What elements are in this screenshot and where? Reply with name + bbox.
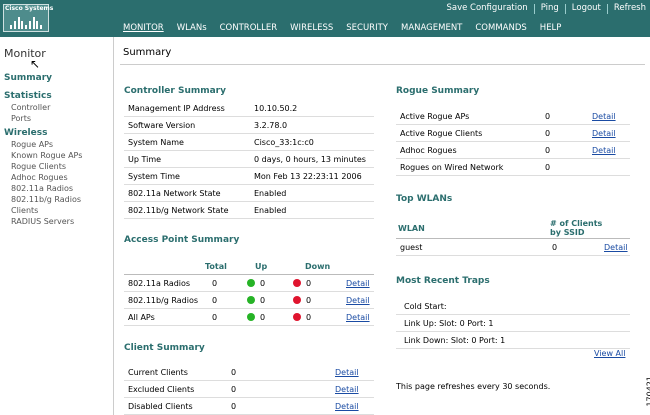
table-row: Active Rogue APs 0 Detail [396,108,630,125]
page-title: Summary [123,47,172,58]
sidebar-item-80211bg-radios[interactable]: 802.11b/g Radios [11,195,81,204]
logout-link[interactable]: Logout [572,3,601,14]
table-row: 802.11b/g Network State Enabled [124,202,374,219]
sidebar-item-clients[interactable]: Clients [11,206,38,215]
status-down-icon [293,296,301,304]
table-row: All APs 0 0 0 Detail [124,309,374,326]
table-row: Disabled Clients 0 Detail [124,398,374,415]
sidebar-item-known-rogue-aps[interactable]: Known Rogue APs [11,151,82,160]
save-configuration-link[interactable]: Save Configuration [446,3,527,14]
table-row: Active Rogue Clients 0 Detail [396,125,630,142]
rogue-summary-table: Active Rogue APs 0 Detail Active Rogue C… [396,108,630,176]
table-row: Up Time 0 days, 0 hours, 13 minutes [124,151,374,168]
client-summary-heading: Client Summary [124,343,205,353]
top-header: Cisco Systems Save Configuration Ping Lo… [0,0,650,37]
list-item: Link Down: Slot: 0 Port: 1 [396,332,630,349]
ap-summary-heading: Access Point Summary [124,235,240,245]
controller-summary-heading: Controller Summary [124,86,226,96]
top-links: Save Configuration Ping Logout Refresh [446,3,646,14]
table-row: 802.11a Radios 0 0 0 Detail [124,275,374,292]
title-divider [120,64,645,65]
table-row: Current Clients 0 Detail [124,364,374,381]
table-header-row: Total Up Down [124,258,374,275]
table-row: Rogues on Wired Network 0 [396,159,630,176]
menu-wlans[interactable]: WLANs [177,23,207,33]
detail-link[interactable]: Detail [592,112,616,121]
sidebar-item-adhoc-rogues[interactable]: Adhoc Rogues [11,173,68,182]
ping-link[interactable]: Ping [541,3,559,14]
rogue-summary-heading: Rogue Summary [396,86,480,96]
table-row: System Time Mon Feb 13 22:23:11 2006 [124,168,374,185]
logo-bars-icon [10,15,42,29]
view-all-link[interactable]: View All [594,349,625,358]
table-row: Management IP Address 10.10.50.2 [124,100,374,117]
figure-code: 170421 [646,376,650,407]
detail-link[interactable]: Detail [592,129,616,138]
ap-summary-table: Total Up Down 802.11a Radios 0 0 0 Detai… [124,258,374,326]
mouse-cursor-icon: ↖ [30,57,41,71]
refresh-link[interactable]: Refresh [614,3,646,14]
top-wlans-table: WLAN # of Clients by SSID guest 0 Detail [396,218,630,256]
status-up-icon [247,313,255,321]
menu-management[interactable]: MANAGEMENT [401,23,462,33]
menu-wireless[interactable]: WIRELESS [290,23,333,33]
sidebar-section-statistics[interactable]: Statistics [4,91,52,101]
top-wlans-heading: Top WLANs [396,194,453,204]
detail-link[interactable]: Detail [346,296,370,305]
status-up-icon [247,296,255,304]
menu-security[interactable]: SECURITY [346,23,388,33]
menu-controller[interactable]: CONTROLLER [220,23,278,33]
sidebar-item-ports[interactable]: Ports [11,114,31,123]
list-item: Cold Start: [396,298,630,315]
main-menu: MONITOR WLANs CONTROLLER WIRELESS SECURI… [123,23,574,33]
status-down-icon [293,313,301,321]
list-item: Link Up: Slot: 0 Port: 1 [396,315,630,332]
sidebar-item-rogue-clients[interactable]: Rogue Clients [11,162,66,171]
table-row: 802.11b/g Radios 0 0 0 Detail [124,292,374,309]
table-row: Adhoc Rogues 0 Detail [396,142,630,159]
menu-monitor[interactable]: MONITOR [123,23,164,33]
sidebar-item-radius-servers[interactable]: RADIUS Servers [11,217,74,226]
table-row: 802.11a Network State Enabled [124,185,374,202]
sidebar-item-rogue-aps[interactable]: Rogue APs [11,140,53,149]
traps-heading: Most Recent Traps [396,276,490,286]
sidebar-item-80211a-radios[interactable]: 802.11a Radios [11,184,73,193]
detail-link[interactable]: Detail [346,279,370,288]
controller-summary-table: Management IP Address 10.10.50.2 Software… [124,100,374,219]
detail-link[interactable]: Detail [604,243,628,252]
table-row: Excluded Clients 0 Detail [124,381,374,398]
table-row: System Name Cisco_33:1c:c0 [124,134,374,151]
menu-commands[interactable]: COMMANDS [475,23,526,33]
client-summary-table: Current Clients 0 Detail Excluded Client… [124,364,374,415]
sidebar: Monitor ↖ Summary Statistics Controller … [0,37,114,415]
detail-link[interactable]: Detail [592,146,616,155]
menu-help[interactable]: HELP [540,23,562,33]
detail-link[interactable]: Detail [335,385,359,394]
detail-link[interactable]: Detail [346,313,370,322]
refresh-note: This page refreshes every 30 seconds. [396,382,551,391]
sidebar-item-summary[interactable]: Summary [4,73,52,83]
detail-link[interactable]: Detail [335,368,359,377]
logo-text: Cisco Systems [5,5,54,12]
status-up-icon [247,279,255,287]
table-row: Software Version 3.2.78.0 [124,117,374,134]
cisco-logo: Cisco Systems [3,4,53,32]
detail-link[interactable]: Detail [335,402,359,411]
table-header-row: WLAN # of Clients by SSID [396,218,630,239]
sidebar-item-controller[interactable]: Controller [11,103,50,112]
sidebar-section-wireless[interactable]: Wireless [4,128,47,138]
traps-table: Cold Start: Link Up: Slot: 0 Port: 1 Lin… [396,298,630,349]
table-row: guest 0 Detail [396,239,630,256]
status-down-icon [293,279,301,287]
